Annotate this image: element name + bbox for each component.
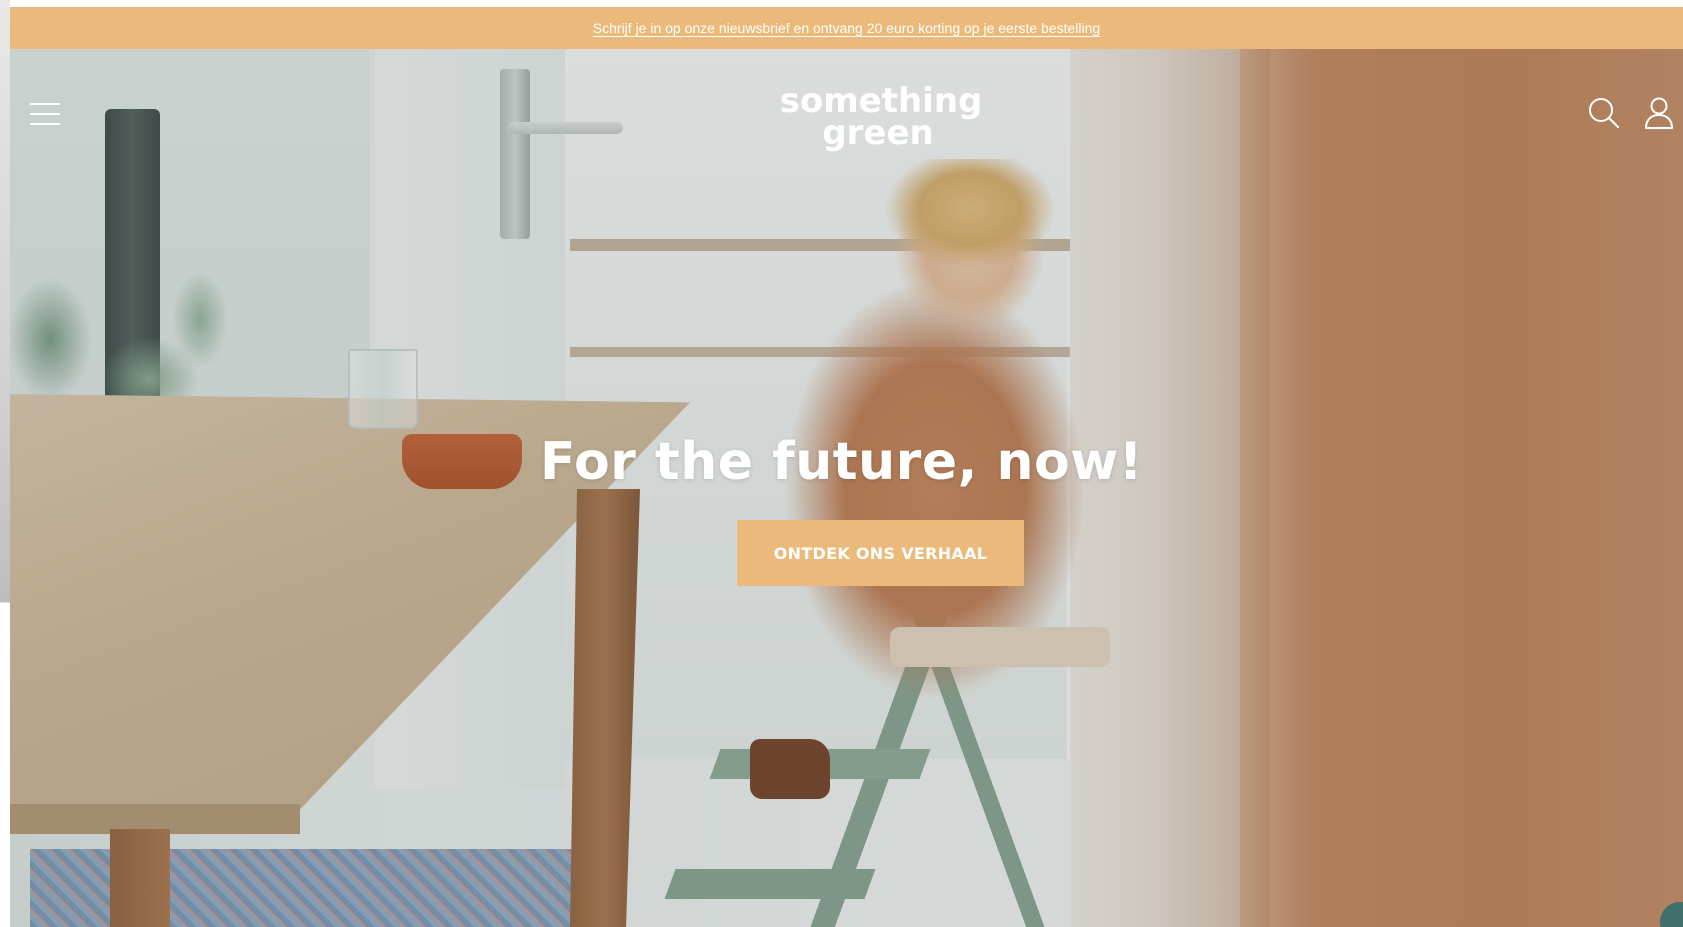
hamburger-menu-icon[interactable] xyxy=(30,103,60,125)
newsletter-signup-link[interactable]: Schrijf je in op onze nieuwsbrief en ont… xyxy=(593,20,1100,36)
site-logo[interactable]: something green xyxy=(778,81,984,153)
page: Schrijf je in op onze nieuwsbrief en ont… xyxy=(0,0,1683,927)
announcement-bar: Schrijf je in op onze nieuwsbrief en ont… xyxy=(10,7,1683,49)
hero-title: For the future, now! xyxy=(540,432,1143,492)
logo-wordmark: something green xyxy=(780,81,983,153)
search-icon[interactable] xyxy=(1588,97,1620,129)
user-icon[interactable] xyxy=(1644,97,1674,129)
logo-line-2: green xyxy=(822,113,933,152)
discover-story-button[interactable]: ONTDEK ONS VERHAAL xyxy=(737,520,1024,586)
